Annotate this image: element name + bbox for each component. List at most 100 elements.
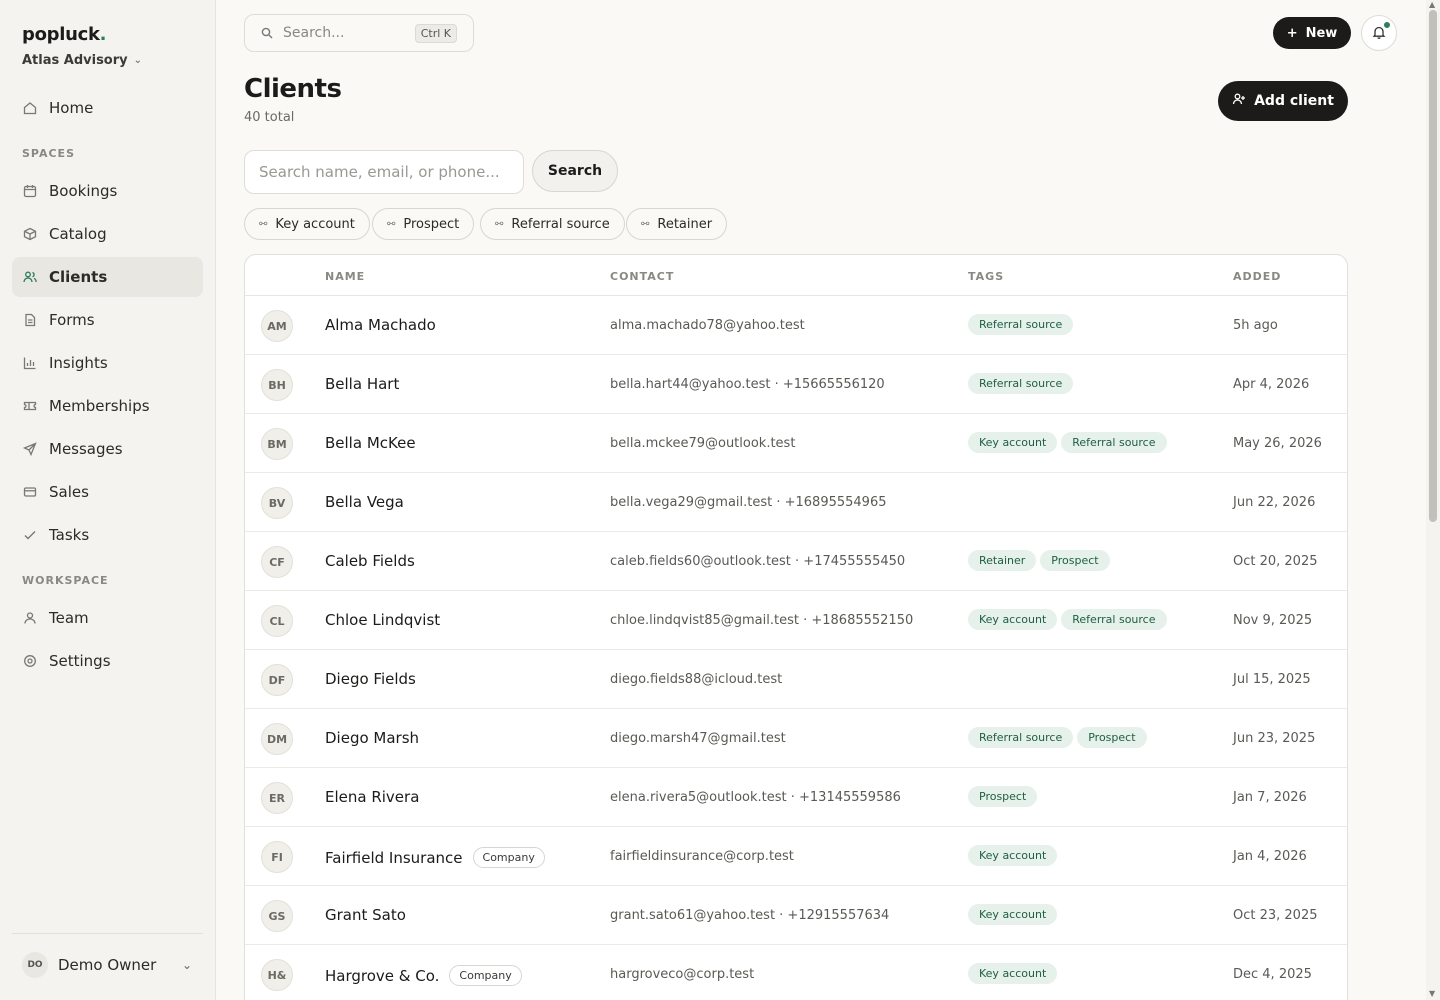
- table-row[interactable]: CL Chloe Lindqvist chloe.lindqvist85@gmail…: [245, 591, 1347, 650]
- avatar: CL: [261, 605, 293, 637]
- table-row[interactable]: FI Fairfield Insurance Company fairfieldins…: [245, 827, 1347, 886]
- table-row[interactable]: AM Alma Machado alma.machado78@yahoo.test R…: [245, 296, 1347, 355]
- client-contact: alma.machado78@yahoo.test: [610, 318, 805, 333]
- column-header-added[interactable]: ADDED: [1233, 270, 1281, 283]
- client-name-cell[interactable]: Chloe Lindqvist: [325, 611, 440, 629]
- search-button[interactable]: Search: [532, 150, 618, 192]
- scroll-up-icon[interactable]: ▲: [1429, 0, 1435, 9]
- chip-label: Prospect: [403, 216, 460, 232]
- sidebar-item-label: Messages: [49, 440, 123, 458]
- client-tags: Key account: [968, 904, 1058, 925]
- sidebar-item-settings[interactable]: Settings: [12, 641, 203, 681]
- filter-chip-retainer[interactable]: ⚯ Retainer: [626, 208, 728, 240]
- client-name: Fairfield Insurance: [325, 848, 463, 867]
- page-scrollbar[interactable]: ▲ ▼: [1426, 0, 1440, 1000]
- table-header: NAME CONTACT TAGS ADDED: [245, 255, 1347, 296]
- table-row[interactable]: BV Bella Vega bella.vega29@gmail.test · +1…: [245, 473, 1347, 532]
- client-name-cell[interactable]: Bella Vega: [325, 493, 404, 511]
- tag-badge: Key account: [968, 963, 1058, 984]
- column-header-name[interactable]: NAME: [325, 270, 365, 283]
- client-name: Grant Sato: [325, 906, 406, 924]
- new-button[interactable]: + New: [1273, 17, 1351, 49]
- tag-icon: ⚯: [387, 218, 396, 230]
- sidebar-item-catalog[interactable]: Catalog: [12, 214, 203, 254]
- sidebar-item-label: Team: [49, 609, 89, 627]
- scrollbar-thumb[interactable]: [1429, 10, 1437, 522]
- client-tags: Referral source Prospect: [968, 727, 1147, 748]
- client-name-cell[interactable]: Fairfield Insurance Company: [325, 847, 545, 868]
- client-tags: Referral source: [968, 314, 1074, 335]
- tag-badge: Referral source: [1061, 609, 1167, 630]
- sidebar-item-label: Settings: [49, 652, 111, 670]
- client-contact: diego.marsh47@gmail.test: [610, 731, 786, 746]
- sidebar-item-insights[interactable]: Insights: [12, 343, 203, 383]
- sidebar-divider: [12, 933, 203, 934]
- client-contact: bella.hart44@yahoo.test · +15665556120: [610, 377, 885, 392]
- avatar: CF: [261, 546, 293, 578]
- account-menu[interactable]: DO Demo Owner ⌄: [22, 951, 192, 979]
- client-name-cell[interactable]: Hargrove & Co. Company: [325, 965, 522, 986]
- filter-chip-key-account[interactable]: ⚯ Key account: [244, 208, 370, 240]
- client-name-cell[interactable]: Elena Rivera: [325, 788, 419, 806]
- tag-icon: ⚯: [641, 218, 650, 230]
- client-name-cell[interactable]: Alma Machado: [325, 316, 436, 334]
- add-client-button[interactable]: Add client: [1218, 81, 1348, 121]
- sidebar-item-team[interactable]: Team: [12, 598, 203, 638]
- global-search[interactable]: Search... Ctrl K: [244, 14, 474, 52]
- client-name-cell[interactable]: Diego Fields: [325, 670, 416, 688]
- chevron-down-icon: ⌄: [133, 55, 143, 66]
- plus-icon: +: [1286, 25, 1298, 41]
- sidebar-item-home[interactable]: Home: [12, 88, 203, 128]
- client-name-cell[interactable]: Bella Hart: [325, 375, 399, 393]
- avatar: H&: [261, 959, 293, 991]
- avatar: AM: [261, 310, 293, 342]
- client-name-cell[interactable]: Bella McKee: [325, 434, 416, 452]
- table-row[interactable]: CF Caleb Fields caleb.fields60@outlook.tes…: [245, 532, 1347, 591]
- client-search-input[interactable]: [244, 150, 524, 194]
- table-row[interactable]: GS Grant Sato grant.sato61@yahoo.test · +1…: [245, 886, 1347, 945]
- filter-chip-prospect[interactable]: ⚯ Prospect: [372, 208, 475, 240]
- tag-badge: Referral source: [1061, 432, 1167, 453]
- client-contact: chloe.lindqvist85@gmail.test · +18685552…: [610, 613, 914, 628]
- org-switcher[interactable]: Atlas Advisory ⌄: [22, 53, 142, 68]
- client-name-cell[interactable]: Caleb Fields: [325, 552, 415, 570]
- client-contact: fairfieldinsurance@corp.test: [610, 849, 794, 864]
- table-row[interactable]: DM Diego Marsh diego.marsh47@gmail.test Ref…: [245, 709, 1347, 768]
- column-header-contact[interactable]: CONTACT: [610, 270, 674, 283]
- table-row[interactable]: DF Diego Fields diego.fields88@icloud.test…: [245, 650, 1347, 709]
- client-name: Diego Marsh: [325, 729, 420, 747]
- scroll-down-icon[interactable]: ▼: [1429, 989, 1435, 998]
- sidebar-item-forms[interactable]: Forms: [12, 300, 203, 340]
- table-row[interactable]: BM Bella McKee bella.mckee79@outlook.test K…: [245, 414, 1347, 473]
- file-icon: [23, 313, 37, 327]
- brand-logo[interactable]: popluck.: [22, 24, 106, 45]
- client-name-cell[interactable]: Grant Sato: [325, 906, 406, 924]
- table-row[interactable]: H& Hargrove & Co. Company hargroveco@corp.t…: [245, 945, 1347, 1000]
- client-tags: Key account Referral source: [968, 609, 1167, 630]
- avatar: GS: [261, 900, 293, 932]
- filter-chip-referral-source[interactable]: ⚯ Referral source: [480, 208, 625, 240]
- avatar: DO: [22, 952, 48, 978]
- client-contact: bella.mckee79@outlook.test: [610, 436, 796, 451]
- sidebar-item-messages[interactable]: Messages: [12, 429, 203, 469]
- client-added: 5h ago: [1233, 318, 1278, 333]
- avatar: ER: [261, 782, 293, 814]
- owner-name: Demo Owner: [58, 956, 157, 974]
- sidebar-item-sales[interactable]: Sales: [12, 472, 203, 512]
- sidebar-item-memberships[interactable]: Memberships: [12, 386, 203, 426]
- client-added: May 26, 2026: [1233, 436, 1322, 451]
- tag-badge: Key account: [968, 609, 1058, 630]
- client-tags: Key account: [968, 845, 1058, 866]
- table-row[interactable]: ER Elena Rivera elena.rivera5@outlook.test…: [245, 768, 1347, 827]
- notifications-button[interactable]: [1361, 15, 1397, 51]
- column-header-tags[interactable]: TAGS: [968, 270, 1004, 283]
- sidebar-item-tasks[interactable]: Tasks: [12, 515, 203, 555]
- chip-label: Retainer: [657, 216, 713, 232]
- chip-label: Referral source: [511, 216, 610, 232]
- client-name-cell[interactable]: Diego Marsh: [325, 729, 419, 747]
- sidebar-item-clients[interactable]: Clients: [12, 257, 203, 297]
- new-button-label: New: [1305, 25, 1338, 41]
- client-name: Chloe Lindqvist: [325, 611, 441, 629]
- sidebar-item-bookings[interactable]: Bookings: [12, 171, 203, 211]
- table-row[interactable]: BH Bella Hart bella.hart44@yahoo.test · +1…: [245, 355, 1347, 414]
